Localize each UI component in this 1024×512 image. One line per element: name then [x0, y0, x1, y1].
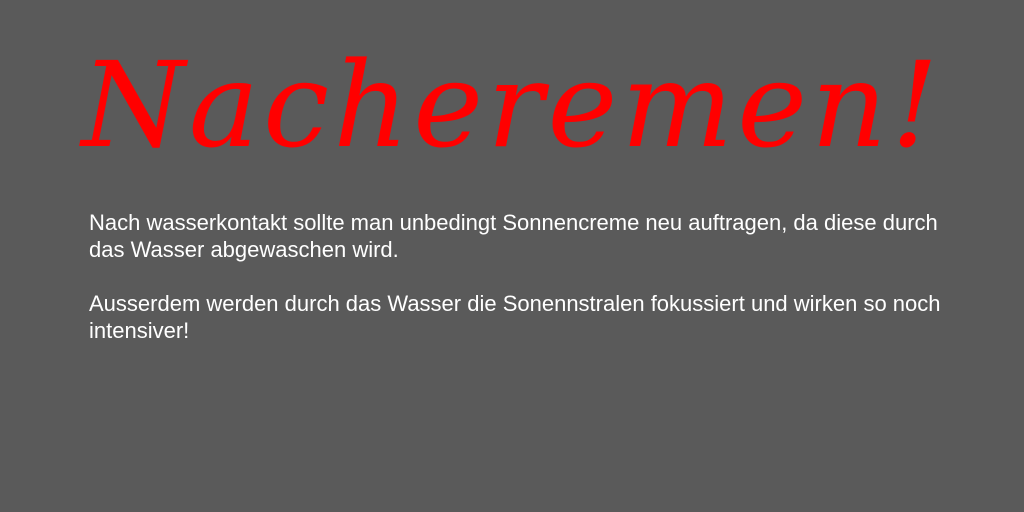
info-text-block: Nach wasserkontakt sollte man unbedingt …: [89, 209, 969, 371]
paragraph-intensity: Ausserdem werden durch das Wasser die So…: [89, 291, 941, 343]
headline-title: Nacheremen!: [81, 36, 943, 174]
paragraph-reapply: Nach wasserkontakt sollte man unbedingt …: [89, 210, 938, 262]
